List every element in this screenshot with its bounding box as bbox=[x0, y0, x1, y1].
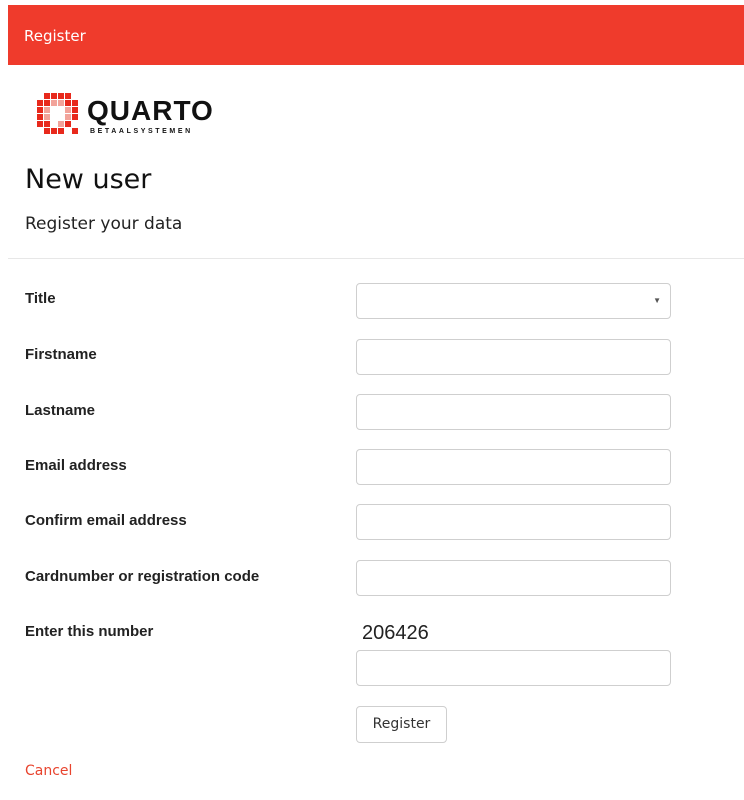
lastname-input[interactable] bbox=[357, 395, 670, 429]
firstname-field[interactable] bbox=[356, 339, 671, 375]
cardnumber-field[interactable] bbox=[356, 560, 671, 596]
captcha-label: Enter this number bbox=[25, 623, 154, 640]
logo-subtitle: BETAALSYSTEMEN bbox=[90, 128, 193, 135]
email-field[interactable] bbox=[356, 449, 671, 485]
email-input[interactable] bbox=[357, 450, 670, 484]
divider bbox=[8, 258, 744, 259]
title-select-control[interactable] bbox=[357, 284, 670, 318]
lastname-field[interactable] bbox=[356, 394, 671, 430]
cardnumber-input[interactable] bbox=[357, 561, 670, 595]
title-label: Title bbox=[25, 290, 56, 307]
cardnumber-label: Cardnumber or registration code bbox=[25, 568, 260, 585]
title-select[interactable]: ▼ bbox=[356, 283, 671, 319]
confirm-email-field[interactable] bbox=[356, 504, 671, 540]
cancel-link[interactable]: Cancel bbox=[25, 763, 72, 779]
quarto-logo-icon bbox=[37, 93, 78, 134]
top-bar: Register bbox=[8, 5, 744, 65]
firstname-input[interactable] bbox=[357, 340, 670, 374]
register-button[interactable]: Register bbox=[356, 706, 447, 743]
quarto-logo: QUARTO BETAALSYSTEMEN bbox=[35, 93, 235, 141]
captcha-field[interactable] bbox=[356, 650, 671, 686]
lastname-label: Lastname bbox=[25, 402, 96, 419]
firstname-label: Firstname bbox=[25, 346, 97, 363]
logo-wordmark: QUARTO bbox=[87, 95, 214, 126]
captcha-input[interactable] bbox=[357, 651, 670, 685]
email-label: Email address bbox=[25, 457, 127, 474]
confirm-email-input[interactable] bbox=[357, 505, 670, 539]
page-title: New user bbox=[25, 164, 152, 195]
page-subtitle: Register your data bbox=[25, 214, 183, 234]
top-bar-title: Register bbox=[24, 27, 86, 45]
confirm-email-label: Confirm email address bbox=[25, 512, 187, 529]
captcha-number: 206426 bbox=[362, 622, 429, 644]
